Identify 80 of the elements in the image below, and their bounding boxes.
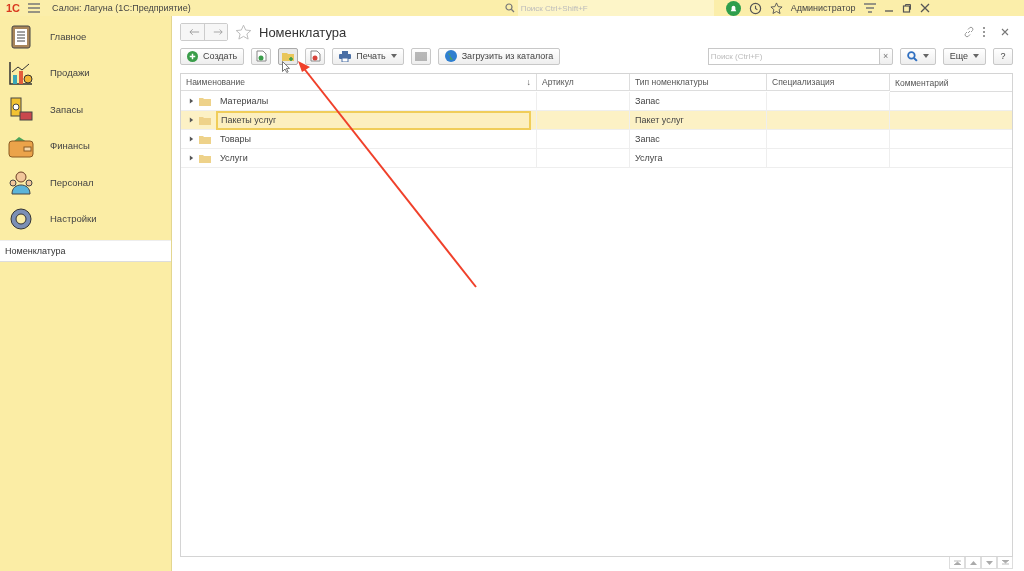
up-icon xyxy=(969,560,977,565)
app-title: Салон: Лагуна (1С:Предприятие) xyxy=(52,3,191,13)
table-cell: Запас xyxy=(635,134,660,144)
scroll-top-button[interactable] xyxy=(949,557,965,569)
table-cell: Запас xyxy=(635,96,660,106)
history-icon[interactable] xyxy=(748,1,762,15)
document-delete-icon xyxy=(309,50,321,62)
help-button[interactable]: ? xyxy=(993,47,1013,65)
chart-icon xyxy=(8,59,34,86)
load-from-catalog-button[interactable]: Загрузить из каталога xyxy=(437,47,561,65)
expand-icon[interactable] xyxy=(189,136,194,142)
app-logo[interactable]: 1С xyxy=(6,2,21,14)
table-row[interactable]: Товары Запас xyxy=(181,130,1012,149)
section-item[interactable]: Персонал xyxy=(0,164,171,201)
expand-icon[interactable] xyxy=(189,98,194,104)
delete-mark-button[interactable] xyxy=(305,47,326,65)
menu-icon[interactable] xyxy=(28,3,41,13)
print-button[interactable]: Печать xyxy=(332,47,404,65)
search-button[interactable] xyxy=(899,47,936,65)
column-header[interactable]: Наименование ↓ xyxy=(181,74,537,91)
printer-icon xyxy=(339,50,352,62)
right-arrow-icon xyxy=(213,28,223,36)
left-arrow-icon xyxy=(189,28,200,36)
form-title: Номенклатура xyxy=(259,24,347,40)
close-icon[interactable] xyxy=(919,3,930,13)
globe-icon xyxy=(444,50,457,62)
table-row[interactable]: Пакеты услуг Пакет услуг xyxy=(181,111,1012,130)
link-icon[interactable] xyxy=(963,26,975,38)
folder-icon xyxy=(199,134,211,144)
caret-icon xyxy=(390,54,397,58)
scroll-down-button[interactable] xyxy=(981,557,997,569)
clipboard-icon xyxy=(8,23,34,50)
scroll-up-button[interactable] xyxy=(965,557,981,569)
folder-plus-icon xyxy=(281,50,295,62)
down-icon xyxy=(985,560,993,565)
double-up-icon xyxy=(953,560,961,565)
close-icon[interactable] xyxy=(1001,28,1009,36)
column-header[interactable]: Специализация xyxy=(767,74,890,91)
table-cell-text: Товары xyxy=(219,132,252,146)
create-folder-button[interactable] xyxy=(278,47,299,65)
restore-icon[interactable] xyxy=(901,3,912,13)
double-down-icon xyxy=(1001,560,1009,565)
column-header[interactable]: Тип номенклатуры xyxy=(630,74,767,91)
expand-icon[interactable] xyxy=(189,117,194,123)
barcode-button[interactable] xyxy=(410,47,431,65)
user-name[interactable]: Администратор xyxy=(790,3,856,13)
table-cell-text: Материалы xyxy=(219,94,270,108)
create-button[interactable]: Создать xyxy=(180,47,245,65)
section-item[interactable]: Настройки xyxy=(0,200,171,237)
column-header[interactable]: Артикул xyxy=(537,74,630,91)
more-button[interactable]: Еще xyxy=(942,47,986,65)
section-item[interactable]: Продажи xyxy=(0,54,171,91)
mouse-pointer-icon xyxy=(282,61,290,73)
table-cell-text: Услуги xyxy=(219,151,249,165)
section-item[interactable]: Финансы xyxy=(0,127,171,164)
open-window-tab[interactable]: Номенклатура xyxy=(0,240,171,262)
table-row[interactable]: Услуги Услуга xyxy=(181,149,1012,168)
caret-icon xyxy=(973,54,979,58)
search-icon xyxy=(906,50,918,62)
folder-icon xyxy=(199,153,211,163)
favorite-star-icon[interactable] xyxy=(235,23,252,41)
column-header[interactable]: Комментарий xyxy=(890,74,1012,92)
people-icon xyxy=(8,169,34,196)
settings-menu-icon[interactable] xyxy=(863,3,876,13)
search-icon xyxy=(504,3,515,13)
folder-icon xyxy=(199,96,211,106)
copy-button[interactable] xyxy=(251,47,272,65)
caret-icon xyxy=(922,54,929,58)
table-cell: Пакет услуг xyxy=(635,115,684,125)
star-icon[interactable] xyxy=(769,1,783,15)
table-cell: Услуга xyxy=(635,153,663,163)
folder-icon xyxy=(199,115,211,125)
scroll-bottom-button[interactable] xyxy=(997,557,1013,569)
section-item[interactable]: Главное xyxy=(0,18,171,55)
document-plus-icon xyxy=(255,50,267,62)
section-item[interactable]: Запасы xyxy=(0,91,171,128)
plus-icon xyxy=(187,50,198,62)
expand-icon[interactable] xyxy=(189,155,194,161)
search-field[interactable]: Поиск (Ctrl+F) xyxy=(707,47,880,65)
more-vertical-icon[interactable] xyxy=(982,26,986,38)
